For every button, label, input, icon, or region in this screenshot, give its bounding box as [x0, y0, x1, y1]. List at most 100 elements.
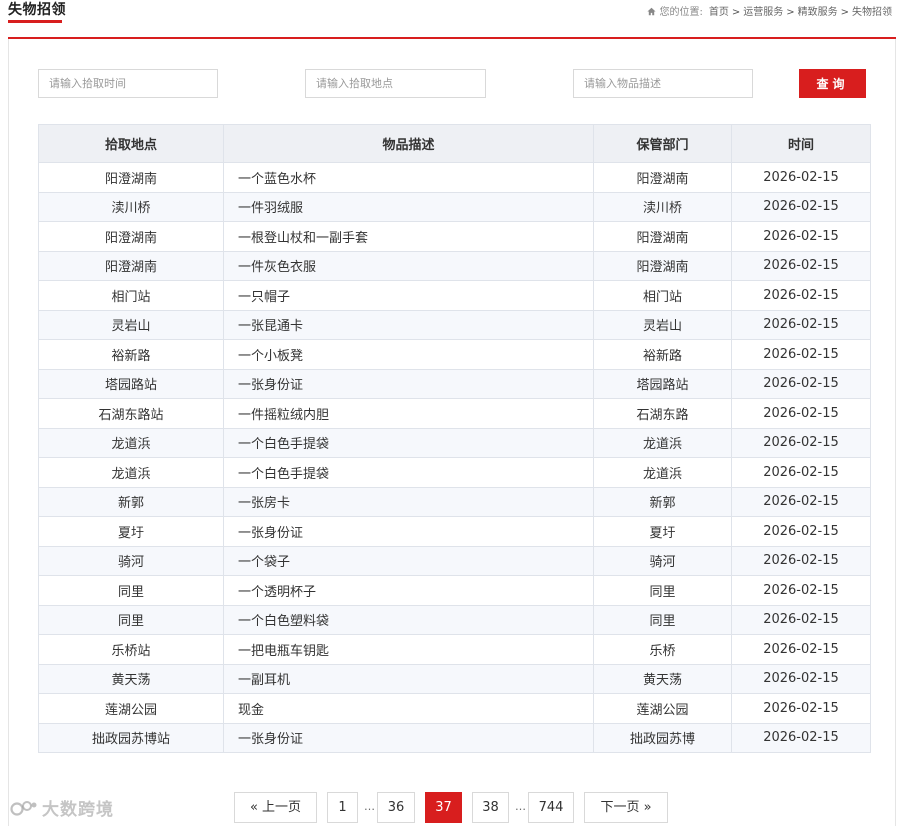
cell-time: 2026-02-15 — [731, 663, 871, 694]
header-divider — [8, 37, 896, 39]
cell-department: 石湖东路 — [593, 398, 732, 429]
breadcrumb-separator: > — [840, 7, 849, 18]
cell-time: 2026-02-15 — [731, 339, 871, 370]
cell-description: 一张身份证 — [223, 516, 594, 547]
table-row: 龙道浜 一个白色手提袋 龙道浜 2026-02-15 — [38, 427, 871, 458]
breadcrumb-separator: > — [786, 7, 795, 18]
cell-description: 一件灰色衣服 — [223, 250, 594, 281]
cell-department: 莲湖公园 — [593, 693, 732, 724]
cell-time: 2026-02-15 — [731, 693, 871, 724]
title-underline — [8, 20, 62, 23]
cell-description: 一张身份证 — [223, 722, 594, 753]
cell-department: 新郭 — [593, 486, 732, 517]
watermark-text: 大数跨境 — [42, 800, 114, 820]
cell-time: 2026-02-15 — [731, 398, 871, 429]
table-header-row: 拾取地点 物品描述 保管部门 时间 — [38, 124, 871, 163]
cell-department: 骑河 — [593, 545, 732, 576]
cell-time: 2026-02-15 — [731, 486, 871, 517]
page-link[interactable]: 1 — [327, 792, 358, 823]
table-row: 石湖东路站 一件摇粒绒内胆 石湖东路 2026-02-15 — [38, 398, 871, 429]
cell-description: 一张身份证 — [223, 368, 594, 399]
cell-description: 一个白色手提袋 — [223, 457, 594, 488]
cell-department: 同里 — [593, 575, 732, 606]
cell-time: 2026-02-15 — [731, 457, 871, 488]
cell-place: 渎川桥 — [38, 191, 224, 222]
cell-department: 拙政园苏博 — [593, 722, 732, 753]
column-header-description: 物品描述 — [223, 124, 594, 163]
table-row: 相门站 一只帽子 相门站 2026-02-15 — [38, 280, 871, 311]
cell-department: 渎川桥 — [593, 191, 732, 222]
breadcrumb-item-operations[interactable]: 运营服务 — [743, 7, 783, 18]
cell-department: 裕新路 — [593, 339, 732, 370]
breadcrumb-separator: > — [731, 7, 741, 18]
page-ellipsis: … — [364, 800, 375, 813]
prev-page-button[interactable]: « 上一页 — [234, 792, 317, 823]
table-row: 阳澄湖南 一根登山杖和一副手套 阳澄湖南 2026-02-15 — [38, 221, 871, 252]
cell-time: 2026-02-15 — [731, 604, 871, 635]
cell-description: 一根登山杖和一副手套 — [223, 221, 594, 252]
cell-place: 阳澄湖南 — [38, 221, 224, 252]
cell-description: 一件羽绒服 — [223, 191, 594, 222]
cell-time: 2026-02-15 — [731, 368, 871, 399]
cell-department: 同里 — [593, 604, 732, 635]
table-row: 渎川桥 一件羽绒服 渎川桥 2026-02-15 — [38, 191, 871, 222]
cell-time: 2026-02-15 — [731, 162, 871, 193]
cell-place: 乐桥站 — [38, 634, 224, 665]
table-row: 莲湖公园 现金 莲湖公园 2026-02-15 — [38, 693, 871, 724]
next-page-button[interactable]: 下一页 » — [584, 792, 668, 823]
cell-place: 灵岩山 — [38, 309, 224, 340]
search-button[interactable]: 查询 — [799, 69, 866, 98]
table-row: 裕新路 一个小板凳 裕新路 2026-02-15 — [38, 339, 871, 370]
page-ellipsis: … — [515, 800, 526, 813]
table-row: 龙道浜 一个白色手提袋 龙道浜 2026-02-15 — [38, 457, 871, 488]
cell-time: 2026-02-15 — [731, 280, 871, 311]
column-header-department: 保管部门 — [593, 124, 732, 163]
watermark: 大数跨境 — [10, 795, 114, 820]
cell-department: 相门站 — [593, 280, 732, 311]
cell-description: 一副耳机 — [223, 663, 594, 694]
breadcrumb: 您的位置: 首页 > 运营服务 > 精致服务 > 失物招领 — [647, 3, 892, 18]
panel-border-right — [895, 39, 896, 826]
cell-place: 拙政园苏博站 — [38, 722, 224, 753]
cell-place: 夏圩 — [38, 516, 224, 547]
cell-time: 2026-02-15 — [731, 250, 871, 281]
page-title: 失物招领 — [8, 2, 66, 18]
breadcrumb-item-services[interactable]: 精致服务 — [798, 7, 838, 18]
breadcrumb-item-home[interactable]: 首页 — [709, 7, 729, 18]
cell-department: 阳澄湖南 — [593, 162, 732, 193]
cell-description: 一个透明杯子 — [223, 575, 594, 606]
pickup-place-input[interactable] — [305, 69, 486, 98]
cell-place: 龙道浜 — [38, 457, 224, 488]
cell-place: 阳澄湖南 — [38, 250, 224, 281]
lost-found-table: 拾取地点 物品描述 保管部门 时间 阳澄湖南 一个蓝色水杯 阳澄湖南 2026-02-… — [38, 124, 871, 753]
cell-place: 同里 — [38, 575, 224, 606]
cell-place: 相门站 — [38, 280, 224, 311]
table-row: 夏圩 一张身份证 夏圩 2026-02-15 — [38, 516, 871, 547]
cell-department: 塔园路站 — [593, 368, 732, 399]
cell-description: 一个蓝色水杯 — [223, 162, 594, 193]
home-icon — [647, 7, 657, 16]
cell-time: 2026-02-15 — [731, 221, 871, 252]
pickup-time-input[interactable] — [38, 69, 218, 98]
page-link[interactable]: 38 — [472, 792, 509, 823]
item-description-input[interactable] — [573, 69, 753, 98]
cell-description: 现金 — [223, 693, 594, 724]
cell-department: 黄天荡 — [593, 663, 732, 694]
cell-place: 阳澄湖南 — [38, 162, 224, 193]
table-row: 同里 一个白色塑料袋 同里 2026-02-15 — [38, 604, 871, 635]
table-row: 新郭 一张房卡 新郭 2026-02-15 — [38, 486, 871, 517]
breadcrumb-item-current: 失物招领 — [852, 7, 892, 18]
page-link-last[interactable]: 744 — [528, 792, 574, 823]
cell-place: 石湖东路站 — [38, 398, 224, 429]
table-row: 骑河 一个袋子 骑河 2026-02-15 — [38, 545, 871, 576]
page-link[interactable]: 36 — [377, 792, 415, 823]
cell-description: 一张昆通卡 — [223, 309, 594, 340]
page-link-current[interactable]: 37 — [425, 792, 462, 823]
cell-place: 骑河 — [38, 545, 224, 576]
cell-description: 一只帽子 — [223, 280, 594, 311]
cell-department: 阳澄湖南 — [593, 221, 732, 252]
watermark-logo-icon — [10, 801, 37, 816]
cell-time: 2026-02-15 — [731, 575, 871, 606]
page-header: 失物招领 您的位置: 首页 > 运营服务 > 精致服务 > 失物招领 — [0, 0, 900, 40]
cell-place: 新郭 — [38, 486, 224, 517]
